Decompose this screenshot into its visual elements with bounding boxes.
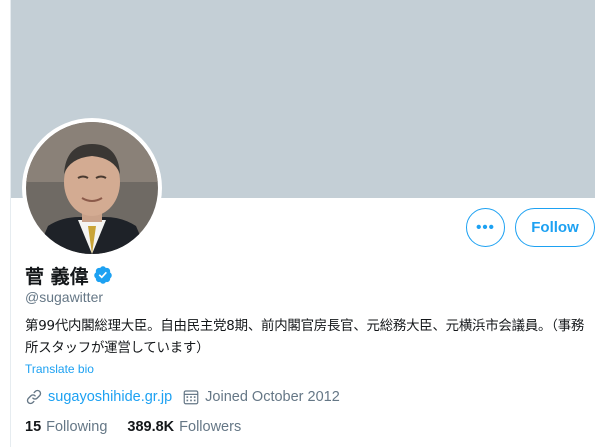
translate-bio-link[interactable]: Translate bio <box>25 362 94 376</box>
link-icon <box>26 389 42 405</box>
followers-label: Followers <box>179 419 242 435</box>
display-name-row: 菅 義偉 <box>25 263 113 288</box>
avatar-photo <box>26 122 158 254</box>
calendar-icon <box>183 390 199 405</box>
profile-meta: sugayoshihide.gr.jp Joined October 2012 <box>25 387 340 407</box>
bio: 第99代内閣総理大臣。自由民主党8期、前内閣官房長官、元総務大臣、元横浜市会議員… <box>25 319 585 356</box>
followers-stat[interactable]: 389.8K Followers <box>127 419 241 435</box>
handle: @sugawitter <box>25 289 104 305</box>
joined-date: Joined October 2012 <box>205 389 340 405</box>
followers-count: 389.8K <box>127 419 175 435</box>
avatar[interactable] <box>22 118 162 258</box>
website-link[interactable]: sugayoshihide.gr.jp <box>48 389 172 405</box>
verified-badge-icon <box>93 266 112 284</box>
follow-button-label: Follow <box>531 219 579 236</box>
following-label: Following <box>46 419 108 435</box>
follow-stats: 15 Following 389.8K Followers <box>25 417 241 437</box>
more-icon: ••• <box>476 219 495 236</box>
following-count: 15 <box>25 419 42 435</box>
display-name: 菅 義偉 <box>25 265 89 288</box>
following-stat[interactable]: 15 Following <box>25 419 107 435</box>
more-options-button[interactable]: ••• <box>466 208 505 247</box>
follow-button[interactable]: Follow <box>515 208 595 247</box>
